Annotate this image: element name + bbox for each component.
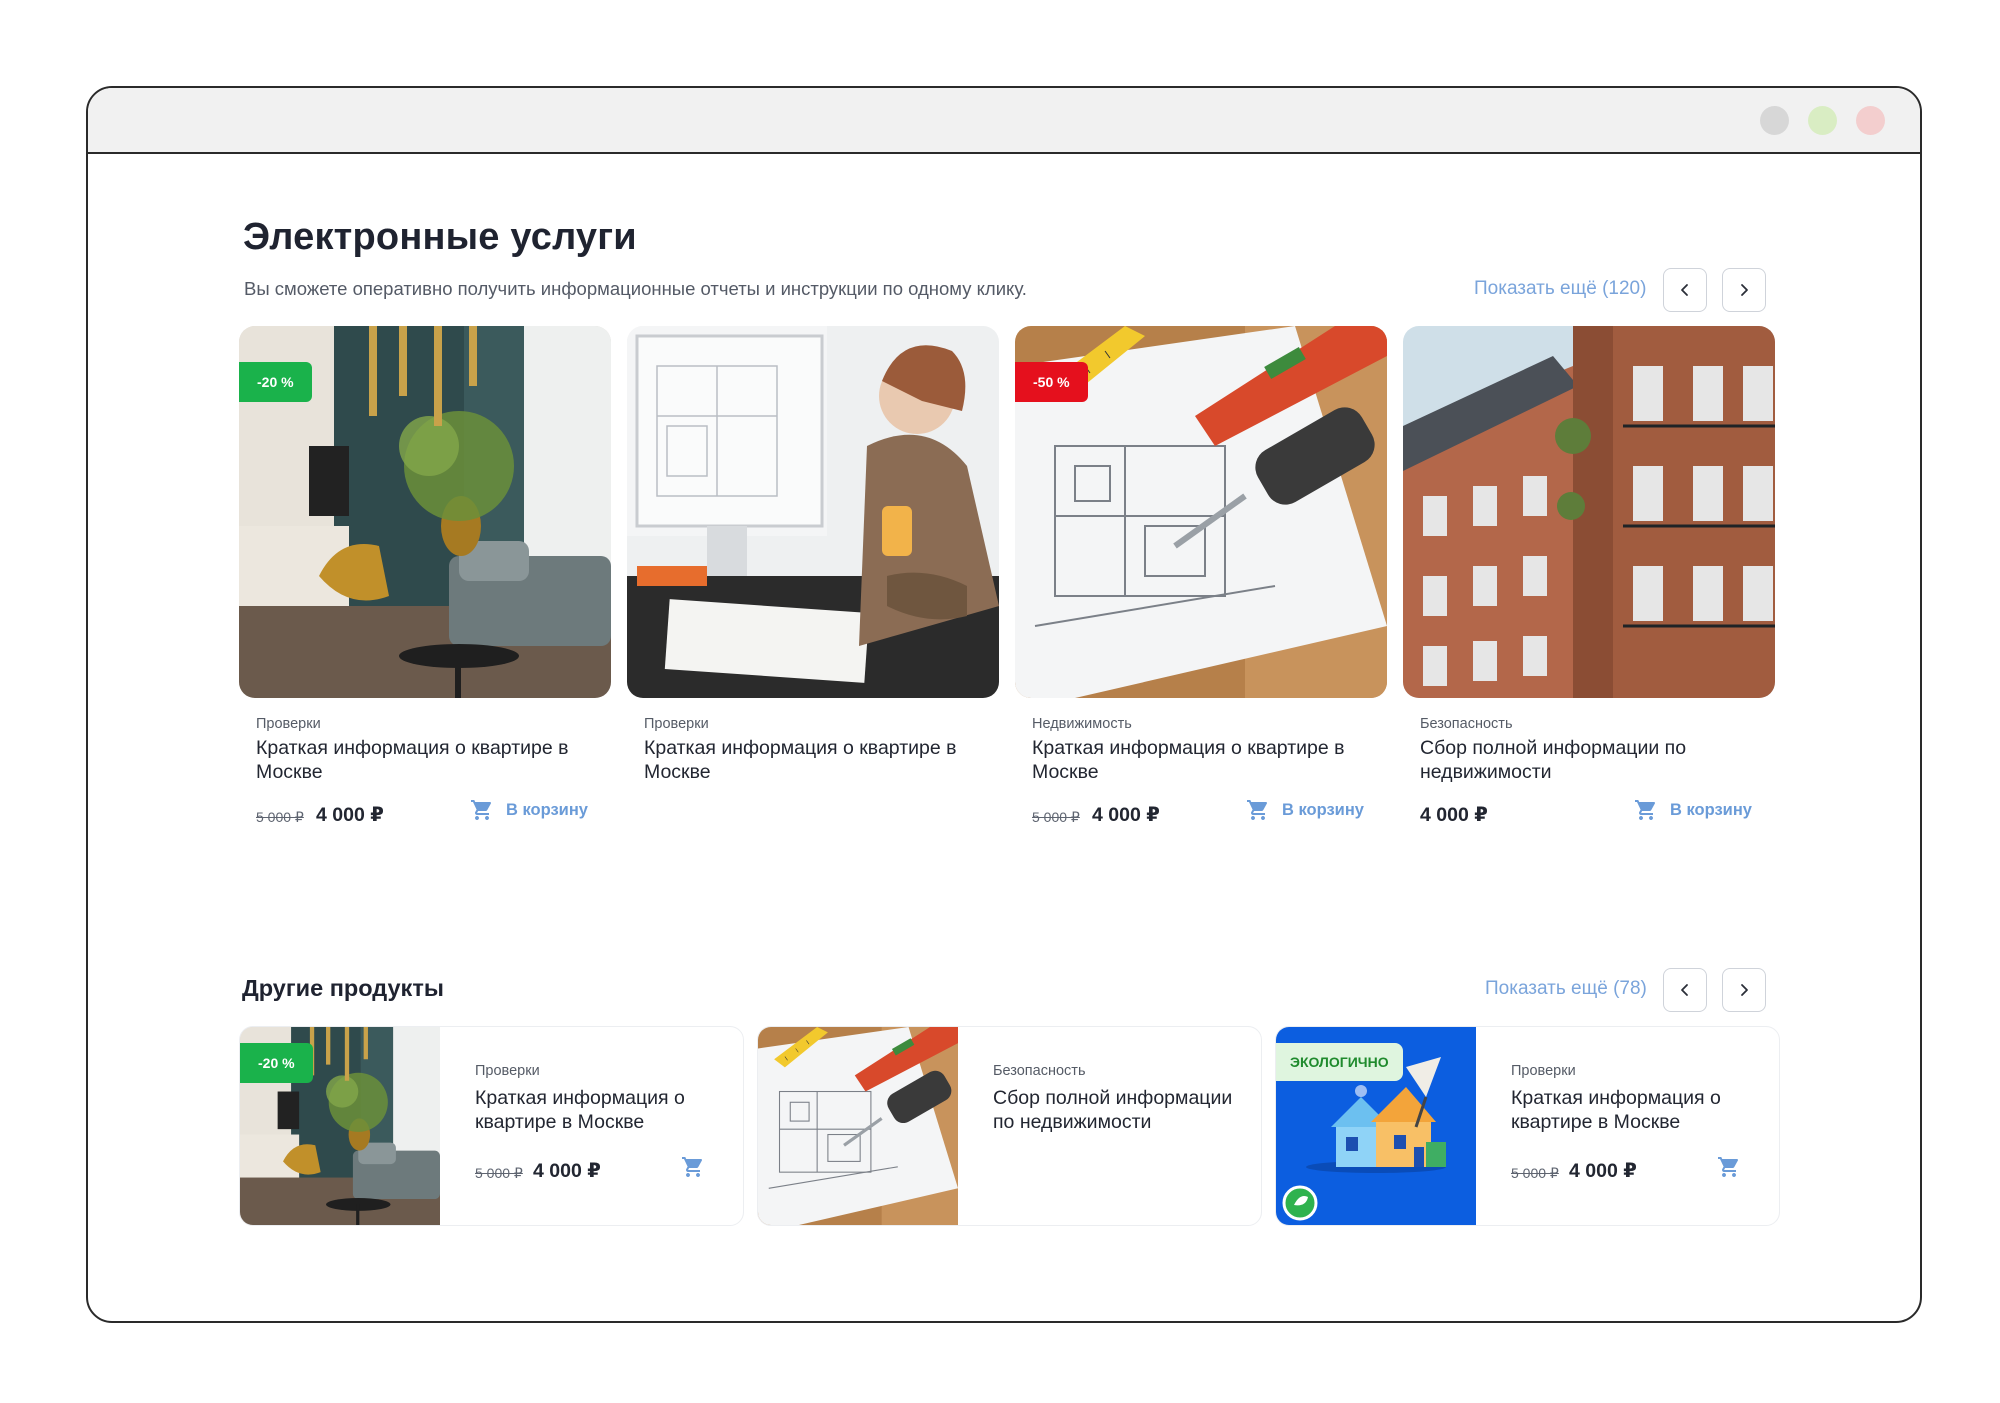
products-prev-button[interactable] [1663, 968, 1707, 1012]
discount-badge: -20 % [239, 362, 312, 402]
card-category: Проверки [475, 1063, 540, 1079]
card-title[interactable]: Краткая информация о квартире в Москве [475, 1086, 715, 1134]
card-old-price: 5 000 ₽ [1032, 809, 1080, 825]
card-old-price: 5 000 ₽ [256, 809, 304, 825]
chevron-right-icon [1736, 982, 1752, 998]
other-products-title: Другие продукты [242, 975, 444, 1001]
card-old-price: 5 000 ₽ [1511, 1165, 1559, 1181]
show-more-products-link[interactable]: Показать ещё (78) [1485, 978, 1647, 1000]
page-subtitle: Вы сможете оперативно получить информаци… [244, 278, 1027, 299]
card-category: Недвижимость [1032, 716, 1132, 732]
product-card[interactable]: -20 % Проверки Краткая информация о квар… [239, 1026, 744, 1226]
add-to-cart-button[interactable]: В корзину [1634, 798, 1752, 822]
service-card-image[interactable] [1403, 326, 1775, 698]
card-title[interactable]: Краткая информация о квартире в Москве [644, 736, 984, 784]
card-price: 4 000 ₽ [1420, 804, 1488, 826]
card-price: 4 000 ₽ [1569, 1160, 1637, 1182]
add-to-cart-button[interactable]: В корзину [1246, 798, 1364, 822]
card-price: 4 000 ₽ [1092, 804, 1160, 826]
add-to-cart-button[interactable] [1717, 1155, 1741, 1184]
cart-icon [470, 798, 494, 822]
add-to-cart-label: В корзину [1282, 800, 1364, 819]
browser-window: Электронные услуги Вы сможете оперативно… [86, 86, 1922, 1323]
eco-badge: ЭКОЛОГИЧНО [1276, 1043, 1403, 1081]
card-old-price: 5 000 ₽ [475, 1165, 523, 1181]
discount-badge: -20 % [240, 1043, 313, 1083]
office-photo [627, 326, 999, 698]
product-card-image[interactable]: -20 % [240, 1027, 440, 1226]
cart-icon [1246, 798, 1270, 822]
chevron-right-icon [1736, 282, 1752, 298]
card-title[interactable]: Сбор полной информации по недвижимости [993, 1086, 1233, 1134]
building-photo [1403, 326, 1775, 698]
card-category: Проверки [644, 716, 709, 732]
window-minimize-button[interactable] [1760, 106, 1789, 135]
service-card[interactable]: Проверки Краткая информация о квартире в… [627, 326, 999, 866]
products-next-button[interactable] [1722, 968, 1766, 1012]
service-card[interactable]: Безопасность Сбор полной информации по н… [1403, 326, 1775, 866]
service-card[interactable]: -50 % Недвижимость Краткая информация о … [1015, 326, 1387, 866]
card-price: 4 000 ₽ [533, 1160, 601, 1182]
service-card[interactable]: -20 % Проверки Краткая информация о квар… [239, 326, 611, 866]
add-to-cart-button[interactable] [681, 1155, 705, 1184]
show-more-services-link[interactable]: Показать ещё (120) [1474, 278, 1646, 300]
service-card-image[interactable] [627, 326, 999, 698]
product-card[interactable]: ЭКОЛОГИЧНО Проверки Краткая информация о… [1275, 1026, 1780, 1226]
card-category: Проверки [1511, 1063, 1576, 1079]
chevron-left-icon [1677, 982, 1693, 998]
add-to-cart-label: В корзину [1670, 800, 1752, 819]
services-next-button[interactable] [1722, 268, 1766, 312]
window-close-button[interactable] [1856, 106, 1885, 135]
card-title[interactable]: Сбор полной информации по недвижимости [1420, 736, 1760, 784]
product-card-image[interactable] [758, 1027, 958, 1226]
card-title[interactable]: Краткая информация о квартире в Москве [1511, 1086, 1751, 1134]
card-title[interactable]: Краткая информация о квартире в Москве [256, 736, 596, 784]
discount-badge: -50 % [1015, 362, 1088, 402]
card-category: Безопасность [1420, 716, 1513, 732]
page-title: Электронные услуги [243, 216, 637, 258]
blueprint-photo [758, 1027, 958, 1226]
cart-icon [1634, 798, 1658, 822]
chevron-left-icon [1677, 282, 1693, 298]
card-category: Проверки [256, 716, 321, 732]
card-title[interactable]: Краткая информация о квартире в Москве [1032, 736, 1372, 784]
services-prev-button[interactable] [1663, 268, 1707, 312]
window-titlebar [88, 88, 1920, 154]
product-card-image[interactable]: ЭКОЛОГИЧНО [1276, 1027, 1476, 1226]
cart-icon [681, 1155, 705, 1179]
service-card-image[interactable]: -20 % [239, 326, 611, 698]
window-maximize-button[interactable] [1808, 106, 1837, 135]
add-to-cart-button[interactable]: В корзину [470, 798, 588, 822]
cart-icon [1717, 1155, 1741, 1179]
service-card-image[interactable]: -50 % [1015, 326, 1387, 698]
card-price: 4 000 ₽ [316, 804, 384, 826]
card-category: Безопасность [993, 1063, 1086, 1079]
add-to-cart-label: В корзину [506, 800, 588, 819]
product-card[interactable]: Безопасность Сбор полной информации по н… [757, 1026, 1262, 1226]
